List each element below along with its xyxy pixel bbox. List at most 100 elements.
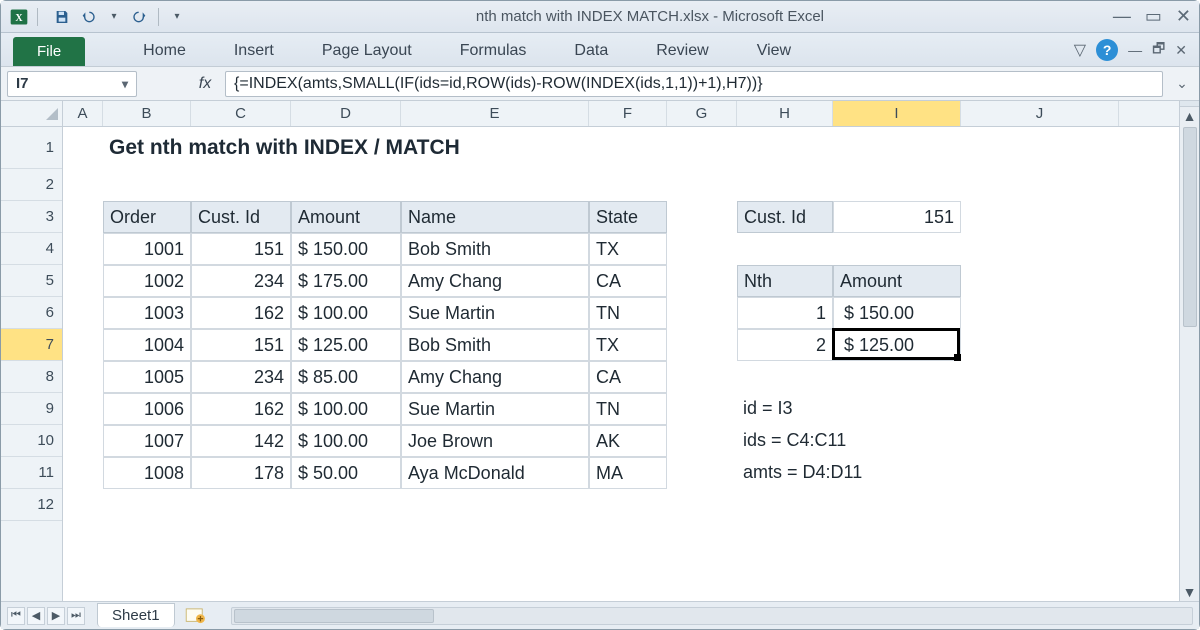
tab-home[interactable]: Home <box>133 36 196 66</box>
col-header-C[interactable]: C <box>191 101 291 126</box>
lookup-cust-value[interactable]: 151 <box>833 201 961 233</box>
row-header-8[interactable]: 8 <box>1 361 62 393</box>
table-cell-order-8[interactable]: 1005 <box>103 361 191 393</box>
table-cell-amount-5[interactable]: $ 175.00 <box>291 265 401 297</box>
save-icon[interactable] <box>52 7 72 27</box>
table-cell-cust-11[interactable]: 178 <box>191 457 291 489</box>
table-cell-amount-10[interactable]: $ 100.00 <box>291 425 401 457</box>
lookup-n-7[interactable]: 2 <box>737 329 833 361</box>
worksheet-grid[interactable]: ABCDEFGHIJ 123456789101112 Get nth match… <box>1 101 1199 601</box>
table-cell-state-11[interactable]: MA <box>589 457 667 489</box>
row-header-5[interactable]: 5 <box>1 265 62 297</box>
table-cell-cust-9[interactable]: 162 <box>191 393 291 425</box>
row-header-1[interactable]: 1 <box>1 127 62 169</box>
col-header-B[interactable]: B <box>103 101 191 126</box>
select-all-corner[interactable] <box>1 101 63 127</box>
sheet-nav-prev-icon[interactable]: ◀ <box>27 607 45 625</box>
undo-dropdown-icon[interactable]: ▾ <box>104 7 124 27</box>
table-cell-name-5[interactable]: Amy Chang <box>401 265 589 297</box>
col-header-E[interactable]: E <box>401 101 589 126</box>
row-header-6[interactable]: 6 <box>1 297 62 329</box>
note-2[interactable]: amts = D4:D11 <box>737 457 1119 489</box>
table-cell-order-5[interactable]: 1002 <box>103 265 191 297</box>
window-min-doc-icon[interactable]: ― <box>1128 42 1142 58</box>
table-cell-cust-5[interactable]: 234 <box>191 265 291 297</box>
table-cell-state-10[interactable]: AK <box>589 425 667 457</box>
table-cell-cust-10[interactable]: 142 <box>191 425 291 457</box>
redo-icon[interactable] <box>130 7 150 27</box>
table-cell-name-4[interactable]: Bob Smith <box>401 233 589 265</box>
table-cell-cust-6[interactable]: 162 <box>191 297 291 329</box>
row-header-4[interactable]: 4 <box>1 233 62 265</box>
scroll-thumb[interactable] <box>1183 127 1197 327</box>
name-box[interactable]: I7 ▾ <box>7 71 137 97</box>
fx-icon[interactable]: fx <box>193 75 217 93</box>
scroll-up-icon[interactable]: ▲ <box>1180 107 1199 125</box>
note-1[interactable]: ids = C4:C11 <box>737 425 1119 457</box>
row-headers[interactable]: 123456789101112 <box>1 127 63 601</box>
file-tab[interactable]: File <box>13 37 85 66</box>
table-cell-name-7[interactable]: Bob Smith <box>401 329 589 361</box>
col-header-G[interactable]: G <box>667 101 737 126</box>
table-cell-state-7[interactable]: TX <box>589 329 667 361</box>
sheet-nav-first-icon[interactable]: ⏮ <box>7 607 25 625</box>
table-cell-name-9[interactable]: Sue Martin <box>401 393 589 425</box>
table-cell-name-6[interactable]: Sue Martin <box>401 297 589 329</box>
table-cell-amount-11[interactable]: $ 50.00 <box>291 457 401 489</box>
col-header-A[interactable]: A <box>63 101 103 126</box>
table-cell-amount-7[interactable]: $ 125.00 <box>291 329 401 361</box>
sheet-nav-last-icon[interactable]: ⏭ <box>67 607 85 625</box>
th-state[interactable]: State <box>589 201 667 233</box>
maximize-icon[interactable]: ▭ <box>1145 6 1162 27</box>
row-header-7[interactable]: 7 <box>1 329 62 361</box>
table-cell-order-6[interactable]: 1003 <box>103 297 191 329</box>
table-cell-amount-8[interactable]: $ 85.00 <box>291 361 401 393</box>
table-cell-state-5[interactable]: CA <box>589 265 667 297</box>
close-icon[interactable]: ✕ <box>1176 6 1191 27</box>
table-cell-cust-4[interactable]: 151 <box>191 233 291 265</box>
vertical-scrollbar[interactable]: ▲ ▼ <box>1179 101 1199 601</box>
hscroll-thumb[interactable] <box>234 609 434 623</box>
th-amount[interactable]: Amount <box>291 201 401 233</box>
page-title[interactable]: Get nth match with INDEX / MATCH <box>103 127 737 169</box>
undo-icon[interactable] <box>78 7 98 27</box>
table-cell-order-7[interactable]: 1004 <box>103 329 191 361</box>
formula-input[interactable]: {=INDEX(amts,SMALL(IF(ids=id,ROW(ids)-RO… <box>225 71 1163 97</box>
table-cell-state-6[interactable]: TN <box>589 297 667 329</box>
col-header-I[interactable]: I <box>833 101 961 126</box>
table-cell-state-9[interactable]: TN <box>589 393 667 425</box>
tab-view[interactable]: View <box>747 36 801 66</box>
col-header-D[interactable]: D <box>291 101 401 126</box>
table-cell-state-4[interactable]: TX <box>589 233 667 265</box>
qat-customize-icon[interactable]: ▾ <box>167 7 187 27</box>
tab-page-layout[interactable]: Page Layout <box>312 36 422 66</box>
lookup-amt-6[interactable]: $ 150.00 <box>833 297 961 329</box>
horizontal-scrollbar[interactable] <box>231 607 1193 625</box>
col-header-H[interactable]: H <box>737 101 833 126</box>
row-header-11[interactable]: 11 <box>1 457 62 489</box>
table-cell-amount-4[interactable]: $ 150.00 <box>291 233 401 265</box>
table-cell-order-10[interactable]: 1007 <box>103 425 191 457</box>
table-cell-cust-7[interactable]: 151 <box>191 329 291 361</box>
window-close-doc-icon[interactable]: ✕ <box>1175 42 1187 59</box>
table-cell-order-11[interactable]: 1008 <box>103 457 191 489</box>
ribbon-minimize-icon[interactable]: ▽ <box>1074 40 1086 60</box>
sheet-tab[interactable]: Sheet1 <box>97 603 175 627</box>
th-order[interactable]: Order <box>103 201 191 233</box>
th-name[interactable]: Name <box>401 201 589 233</box>
row-header-9[interactable]: 9 <box>1 393 62 425</box>
col-header-F[interactable]: F <box>589 101 667 126</box>
table-cell-name-11[interactable]: Aya McDonald <box>401 457 589 489</box>
name-box-dropdown-icon[interactable]: ▾ <box>122 77 128 91</box>
formula-expand-icon[interactable]: ⌄ <box>1171 75 1193 92</box>
minimize-icon[interactable]: ― <box>1113 6 1131 27</box>
lookup-amount-label[interactable]: Amount <box>833 265 961 297</box>
scroll-down-icon[interactable]: ▼ <box>1180 583 1199 601</box>
row-header-3[interactable]: 3 <box>1 201 62 233</box>
tab-formulas[interactable]: Formulas <box>450 36 537 66</box>
table-cell-amount-9[interactable]: $ 100.00 <box>291 393 401 425</box>
th-custid[interactable]: Cust. Id <box>191 201 291 233</box>
tab-insert[interactable]: Insert <box>224 36 284 66</box>
column-headers[interactable]: ABCDEFGHIJ <box>63 101 1179 127</box>
table-cell-order-4[interactable]: 1001 <box>103 233 191 265</box>
